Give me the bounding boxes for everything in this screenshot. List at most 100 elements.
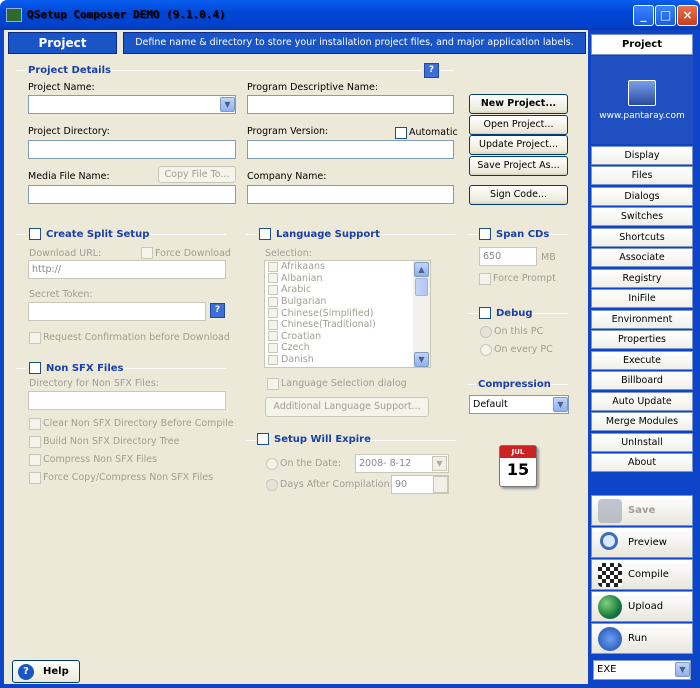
setup-expire-checkbox[interactable]	[257, 433, 269, 445]
sidebar-item-about[interactable]: About	[591, 453, 693, 472]
on-date-radio[interactable]	[266, 458, 278, 470]
sidebar-item-uninstall[interactable]: UnInstall	[591, 433, 693, 452]
descriptive-name-input[interactable]	[247, 95, 454, 114]
scroll-up-icon[interactable]: ▲	[414, 262, 429, 277]
language-dialog-checkbox[interactable]	[267, 378, 279, 390]
download-url-input[interactable]: http://	[28, 260, 226, 279]
force-download-checkbox[interactable]	[141, 247, 153, 259]
language-list[interactable]: Afrikaans Albanian Arabic Bulgarian Chin…	[264, 260, 431, 368]
nonsfx-option-checkbox[interactable]	[29, 436, 41, 448]
debug-every-pc-label: On every PC	[494, 344, 553, 355]
debug-this-pc-label: On this PC	[494, 326, 544, 337]
chevron-down-icon[interactable]: ▼	[675, 662, 690, 677]
sidebar-item-billboard[interactable]: Billboard	[591, 371, 693, 390]
help-button[interactable]: ? Help	[12, 660, 80, 683]
company-name-label: Company Name:	[247, 171, 327, 182]
force-prompt-label: Force Prompt	[493, 273, 556, 284]
create-split-checkbox[interactable]	[29, 228, 41, 240]
compile-label: Compile	[628, 569, 669, 580]
scroll-down-icon[interactable]: ▼	[414, 352, 429, 367]
list-item[interactable]: Albanian	[265, 273, 430, 285]
additional-language-button[interactable]: Additional Language Support...	[265, 397, 429, 417]
list-item[interactable]: Bulgarian	[265, 296, 430, 308]
sidebar-item-project[interactable]: Project	[591, 34, 693, 55]
sidebar-item-merge-modules[interactable]: Merge Modules	[591, 412, 693, 431]
upload-label: Upload	[628, 601, 664, 612]
scroll-thumb[interactable]	[415, 278, 428, 296]
close-button[interactable]: ×	[677, 5, 698, 26]
secret-token-input[interactable]	[28, 302, 206, 321]
maximize-button[interactable]: □	[655, 5, 676, 26]
language-dialog-label: Language Selection dialog	[281, 378, 407, 389]
automatic-checkbox[interactable]	[395, 127, 407, 139]
token-help-button[interactable]: ?	[210, 303, 225, 318]
sidebar-item-associate[interactable]: Associate	[591, 248, 693, 267]
days-spinner[interactable]	[433, 476, 448, 493]
project-name-combo[interactable]	[28, 95, 236, 114]
copy-file-button[interactable]: Copy File To...	[158, 166, 236, 183]
media-file-input[interactable]	[28, 185, 236, 204]
non-sfx-dir-label: Directory for Non SFX Files:	[29, 378, 159, 389]
debug-checkbox[interactable]	[479, 307, 491, 319]
list-item[interactable]: Danish	[265, 354, 430, 366]
sidebar-item-shortcuts[interactable]: Shortcuts	[591, 228, 693, 247]
compile-button[interactable]: Compile	[591, 559, 693, 590]
preview-button[interactable]: Preview	[591, 527, 693, 558]
update-project-button[interactable]: Update Project...	[469, 135, 568, 155]
sidebar-item-properties[interactable]: Properties	[591, 330, 693, 349]
chevron-down-icon[interactable]: ▼	[553, 397, 568, 412]
sidebar-item-dialogs[interactable]: Dialogs	[591, 187, 693, 206]
non-sfx-checkbox[interactable]	[29, 362, 41, 374]
open-project-button[interactable]: Open Project...	[469, 115, 568, 135]
sidebar-item-switches[interactable]: Switches	[591, 207, 693, 226]
request-confirm-checkbox[interactable]	[29, 332, 41, 344]
project-name-label: Project Name:	[28, 82, 95, 93]
run-button[interactable]: Run	[591, 623, 693, 654]
sidebar-item-execute[interactable]: Execute	[591, 351, 693, 370]
sidebar-item-registry[interactable]: Registry	[591, 269, 693, 288]
sign-code-button[interactable]: Sign Code...	[469, 185, 568, 205]
magnifier-icon	[600, 532, 618, 550]
debug-every-pc-radio[interactable]	[480, 344, 492, 356]
span-cds-checkbox[interactable]	[479, 228, 491, 240]
minimize-button[interactable]: _	[633, 5, 654, 26]
days-after-radio[interactable]	[266, 479, 278, 491]
nonsfx-option-checkbox[interactable]	[29, 418, 41, 430]
list-item[interactable]: Czech	[265, 342, 430, 354]
media-file-label: Media File Name:	[28, 171, 110, 182]
save-project-as-button[interactable]: Save Project As...	[469, 156, 568, 176]
force-prompt-checkbox[interactable]	[479, 273, 491, 285]
sidebar-item-display[interactable]: Display	[591, 146, 693, 165]
new-project-button[interactable]: New Project...	[469, 94, 568, 114]
sidebar-item-environment[interactable]: Environment	[591, 310, 693, 329]
language-support-checkbox[interactable]	[259, 228, 271, 240]
sidebar-item-files[interactable]: Files	[591, 166, 693, 185]
project-directory-input[interactable]	[28, 140, 236, 159]
nonsfx-option-checkbox[interactable]	[29, 472, 41, 484]
language-name: Chinese(Simplified)	[281, 307, 374, 319]
debug-this-pc-radio[interactable]	[480, 326, 492, 338]
nonsfx-option-label: Compress Non SFX Files	[43, 454, 158, 465]
sidebar-item-auto-update[interactable]: Auto Update	[591, 392, 693, 411]
request-confirm-label: Request Confirmation before Download	[43, 332, 230, 343]
program-version-input[interactable]	[247, 140, 454, 159]
language-name: Arabic	[281, 284, 312, 296]
nonsfx-option-checkbox[interactable]	[29, 454, 41, 466]
list-item[interactable]: Croatian	[265, 331, 430, 343]
debug-title: Debug	[496, 308, 533, 319]
list-item[interactable]: Chinese(Simplified)	[265, 307, 430, 319]
list-item[interactable]: Chinese(Traditional)	[265, 319, 430, 331]
sidebar-item-inifile[interactable]: IniFile	[591, 289, 693, 308]
list-item[interactable]: Arabic	[265, 284, 430, 296]
project-help-button[interactable]: ?	[424, 63, 439, 78]
company-name-input[interactable]	[247, 185, 454, 204]
span-size-input[interactable]: 650	[479, 247, 537, 266]
chevron-down-icon[interactable]: ▼	[220, 97, 235, 112]
upload-button[interactable]: Upload	[591, 591, 693, 622]
list-item[interactable]: Afrikaans	[265, 261, 430, 273]
nonsfx-option-label: Clear Non SFX Directory Before Compile	[43, 418, 234, 429]
non-sfx-dir-input[interactable]	[28, 391, 226, 410]
chevron-down-icon[interactable]: ▼	[432, 456, 447, 471]
language-name: Bulgarian	[281, 296, 327, 308]
save-button[interactable]: Save	[591, 495, 693, 526]
